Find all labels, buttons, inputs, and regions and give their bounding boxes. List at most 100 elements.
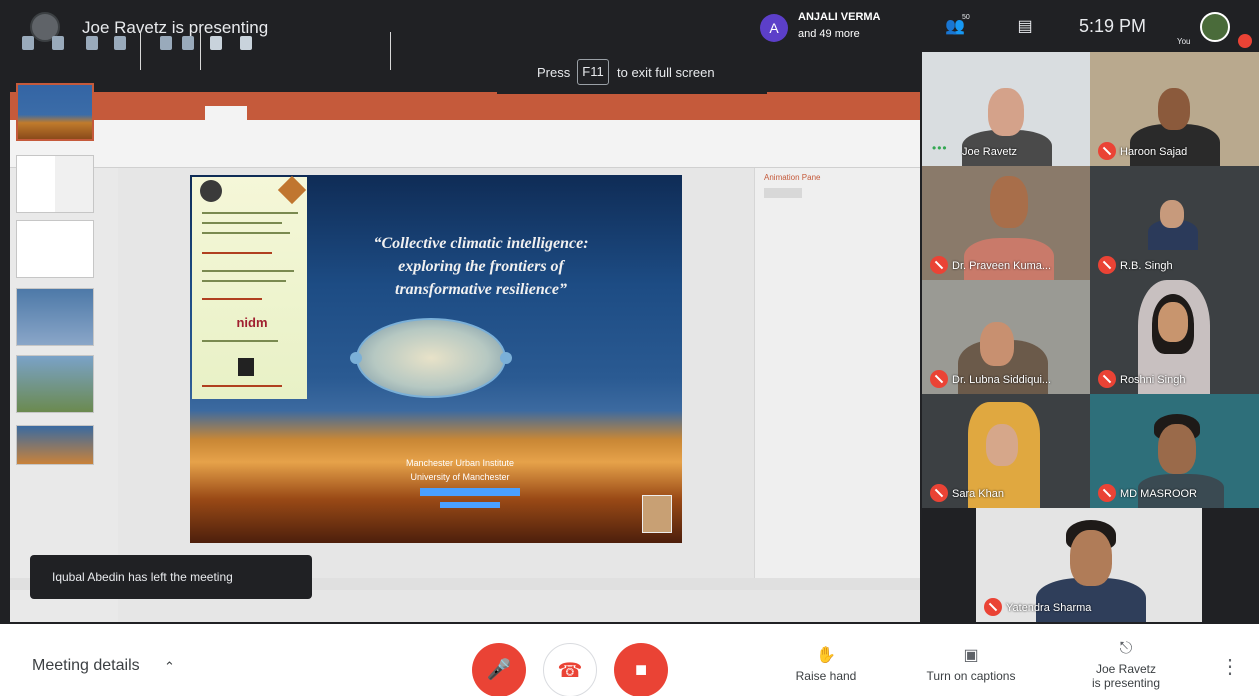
participant-video bbox=[980, 322, 1014, 366]
fullscreen-hint-press: Press bbox=[537, 65, 571, 80]
presenting-label-2: is presenting bbox=[1091, 676, 1161, 690]
ppt-title-bar bbox=[10, 92, 920, 106]
mic-off-icon bbox=[930, 484, 948, 502]
participant-video bbox=[990, 176, 1028, 228]
participant-chip-name: ANJALI VERMA bbox=[798, 11, 881, 23]
ribbon-divider bbox=[140, 32, 141, 70]
ribbon-divider bbox=[390, 32, 391, 70]
participant-name: Sara Khan bbox=[952, 488, 1004, 500]
participant-name: Joe Ravetz bbox=[962, 146, 1018, 158]
animation-pane bbox=[754, 168, 920, 578]
fullscreen-hint-suffix: to exit full screen bbox=[617, 65, 715, 80]
participant-tile[interactable]: ••• Joe Ravetz bbox=[922, 52, 1090, 166]
mic-off-button[interactable]: 🎤 bbox=[472, 643, 526, 696]
participant-name: Haroon Sajad bbox=[1120, 146, 1188, 158]
participant-name: MD MASROOR bbox=[1120, 488, 1197, 500]
slide-text-line bbox=[202, 280, 286, 282]
self-muted-icon bbox=[1238, 34, 1252, 48]
participant-video bbox=[1158, 88, 1190, 130]
participant-tile[interactable]: MD MASROOR bbox=[1090, 394, 1259, 508]
chevron-up-icon[interactable]: ⌃ bbox=[164, 659, 175, 675]
slide-thumbnail[interactable] bbox=[16, 288, 94, 346]
slide-logo bbox=[238, 358, 254, 376]
self-avatar[interactable] bbox=[1200, 12, 1230, 42]
chat-icon[interactable]: ▤ bbox=[1014, 16, 1036, 38]
participant-video bbox=[964, 238, 1054, 280]
slide-thumbnail[interactable] bbox=[16, 355, 94, 413]
more-options-icon[interactable]: ⋮ bbox=[1220, 654, 1240, 679]
ppt-ribbon bbox=[10, 120, 920, 168]
participant-tile[interactable]: Dr. Lubna Siddiqui... bbox=[922, 280, 1090, 394]
mic-off-icon bbox=[930, 256, 948, 274]
participant-avatar: A bbox=[760, 14, 788, 42]
slide-title-line: exploring the frontiers of bbox=[398, 258, 564, 275]
mic-off-icon bbox=[1098, 370, 1116, 388]
ribbon-icon bbox=[240, 36, 252, 50]
ribbon-icon bbox=[52, 36, 64, 50]
cycle-arrow-icon bbox=[500, 352, 512, 364]
mic-off-icon bbox=[1098, 256, 1116, 274]
slide-text-line bbox=[202, 298, 262, 300]
slide-thumbnail[interactable] bbox=[16, 220, 94, 278]
slide-text-line bbox=[202, 252, 272, 254]
animation-pane-title: Animation Pane bbox=[764, 173, 821, 182]
participant-name: Dr. Praveen Kuma... bbox=[952, 260, 1052, 272]
raise-hand-label: Raise hand bbox=[795, 669, 857, 683]
mic-off-icon bbox=[1098, 484, 1116, 502]
slide-text-line bbox=[202, 232, 290, 234]
ribbon-icon bbox=[182, 36, 194, 50]
people-count: 50 bbox=[962, 14, 970, 21]
slide-thumbnail[interactable] bbox=[16, 155, 94, 213]
f11-key: F11 bbox=[577, 59, 609, 85]
ribbon-icon bbox=[210, 36, 222, 50]
captions-label: Turn on captions bbox=[926, 669, 1016, 683]
presenting-label-1: Joe Ravetz bbox=[1095, 662, 1157, 676]
slide-title: “Collective climatic intelligence: explo… bbox=[318, 232, 644, 301]
participant-chip-more: and 49 more bbox=[798, 28, 860, 40]
participant-name: Roshni Singh bbox=[1120, 374, 1186, 386]
slide-institute: Manchester Urban Institute bbox=[405, 458, 515, 468]
meet-window: Joe Ravetz is presenting A ANJALI VERMA … bbox=[0, 0, 1259, 696]
participants-chip[interactable]: A ANJALI VERMA and 49 more bbox=[752, 8, 917, 44]
participant-tile[interactable]: Roshni Singh bbox=[1090, 280, 1259, 394]
top-bar: Joe Ravetz is presenting A ANJALI VERMA … bbox=[0, 0, 920, 52]
captions-button[interactable]: ▣ Turn on captions bbox=[916, 645, 1026, 683]
clock-time: 5:19 PM bbox=[1079, 16, 1147, 36]
fullscreen-hint: Press F11 to exit full screen bbox=[497, 50, 767, 94]
slide-thumbnail[interactable] bbox=[16, 425, 94, 465]
slide-title-line: transformative resilience” bbox=[395, 281, 567, 298]
slide-logo bbox=[200, 180, 222, 202]
ribbon-icon bbox=[22, 36, 34, 50]
slide-link bbox=[420, 488, 520, 496]
ribbon-icon bbox=[114, 36, 126, 50]
mic-off-icon bbox=[930, 370, 948, 388]
meeting-details-button[interactable]: Meeting details bbox=[32, 657, 140, 675]
participant-tile[interactable]: Haroon Sajad bbox=[1090, 52, 1259, 166]
ppt-active-tab bbox=[205, 106, 247, 120]
participant-tile[interactable]: Dr. Praveen Kuma... bbox=[922, 166, 1090, 280]
slide-text-line bbox=[202, 340, 278, 342]
participant-tile[interactable]: R.B. Singh bbox=[1090, 166, 1259, 280]
end-call-button[interactable]: ☎ bbox=[543, 643, 597, 696]
participant-video bbox=[1070, 530, 1112, 586]
participant-tile[interactable]: Sara Khan bbox=[922, 394, 1090, 508]
participant-video bbox=[988, 88, 1024, 136]
speaking-icon: ••• bbox=[932, 141, 948, 155]
cc-icon: ▣ bbox=[963, 647, 979, 664]
ppt-ribbon-tabs bbox=[10, 106, 920, 120]
presenting-button[interactable]: ⎋ Joe Ravetz is presenting bbox=[1078, 640, 1174, 690]
nidm-logo: nidm bbox=[236, 315, 268, 330]
participant-name: R.B. Singh bbox=[1120, 260, 1173, 272]
animation-play-button[interactable] bbox=[764, 188, 802, 198]
slide-link bbox=[440, 502, 500, 508]
slide-title-line: “Collective climatic intelligence: bbox=[373, 235, 589, 252]
toast-message: Iqubal Abedin has left the meeting bbox=[52, 570, 233, 584]
slide-thumbnail[interactable] bbox=[16, 83, 94, 141]
participant-tile[interactable]: Yatendra Sharma bbox=[976, 508, 1202, 622]
slide-text-line bbox=[202, 212, 298, 214]
slide-text-line bbox=[202, 385, 282, 387]
presenter-photo bbox=[642, 495, 672, 533]
camera-off-button[interactable]: ■ bbox=[614, 643, 668, 696]
raise-hand-button[interactable]: ✋ Raise hand bbox=[786, 645, 866, 683]
participant-name: Yatendra Sharma bbox=[1006, 602, 1092, 614]
